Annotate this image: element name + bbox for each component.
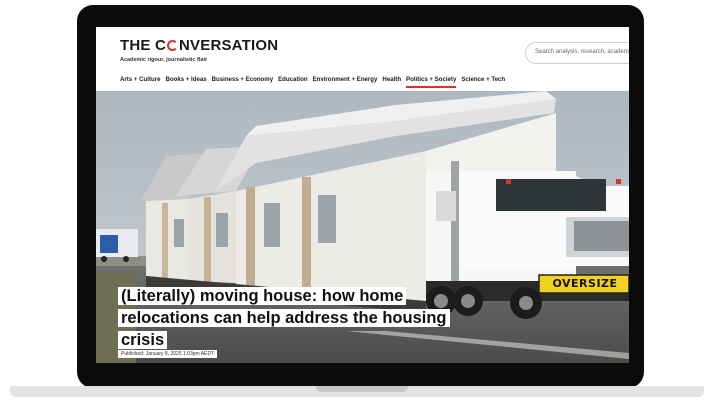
article-headline[interactable]: (Literally) moving house: how home reloc… [118,285,450,351]
logo-ring-icon [167,40,178,51]
published-date: Published: January 8, 2025 1.03pm AEDT [118,350,218,358]
nav-item-science-tech[interactable]: Science + Tech [461,76,505,88]
nav-item-health[interactable]: Health [382,76,401,88]
site-logo[interactable]: THE C NVERSATION [120,37,278,54]
laptop-notch [316,386,408,392]
logo-text-end: NVERSATION [179,37,279,54]
nav-item-environment-energy[interactable]: Environment + Energy [313,76,378,88]
logo-text-start: THE C [120,37,166,54]
oversize-sign-label: OVERSIZE [552,277,618,290]
nav-item-business-economy[interactable]: Business + Economy [212,76,273,88]
nav-item-politics-society[interactable]: Politics + Society [406,76,457,88]
article-title: (Literally) moving house: how home reloc… [118,287,450,349]
nav-item-education[interactable]: Education [278,76,307,88]
site-tagline: Academic rigour, journalistic flair [120,57,208,63]
nav-item-arts-culture[interactable]: Arts + Culture [120,76,160,88]
search-input[interactable]: Search analysis, research, academic [525,42,629,64]
main-nav: Arts + Culture Books + Ideas Business + Ec… [120,76,505,88]
site-header: THE C NVERSATION Academic rigour, journal… [96,27,629,91]
nav-item-books-ideas[interactable]: Books + Ideas [165,76,206,88]
browser-screen: THE C NVERSATION Academic rigour, journal… [96,27,629,363]
